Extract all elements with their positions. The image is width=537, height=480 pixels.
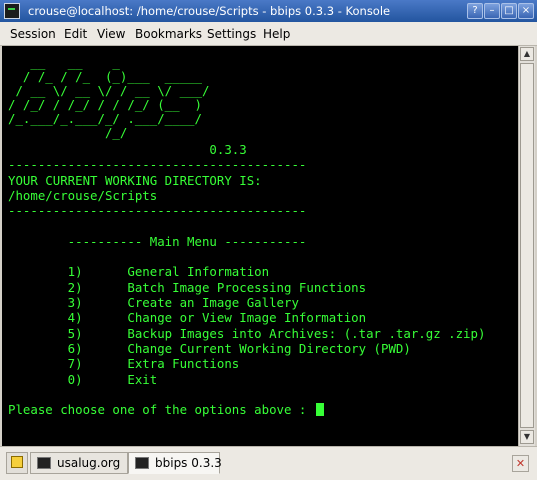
tab-usalug[interactable]: usalug.org xyxy=(30,452,128,474)
menu-settings[interactable]: Settings xyxy=(207,27,256,41)
menu-view[interactable]: View xyxy=(97,27,125,41)
minimize-button[interactable]: – xyxy=(484,3,500,19)
menu-option-4: 4) Change or View Image Information xyxy=(8,310,367,325)
terminal-icon xyxy=(37,457,51,469)
scrollbar-thumb[interactable] xyxy=(520,63,534,428)
prompt-line[interactable]: Please choose one of the options above : xyxy=(8,403,324,417)
menu-option-3: 3) Create an Image Gallery xyxy=(8,295,299,310)
separator-line: ---------------------------------------- xyxy=(8,157,307,172)
ascii-logo-line: / __ \/ __ \/ / __ \/ ___/ xyxy=(8,83,210,98)
current-directory: /home/crouse/Scripts xyxy=(8,188,158,203)
terminal-output[interactable]: __ __ _ / /_ / /_ (_)___ _____ / __ \/ _… xyxy=(2,46,518,446)
tab-bbips[interactable]: bbips 0.3.3 xyxy=(128,452,222,474)
close-tab-icon[interactable]: ✕ xyxy=(512,455,529,472)
new-session-button[interactable] xyxy=(6,452,28,474)
tab-label: usalug.org xyxy=(57,456,121,470)
menu-option-5: 5) Backup Images into Archives: (.tar .t… xyxy=(8,326,486,341)
ascii-logo-line: /_/ xyxy=(8,125,128,140)
scroll-down-icon[interactable]: ▼ xyxy=(520,430,534,444)
main-menu-heading: ---------- Main Menu ----------- xyxy=(8,234,307,249)
session-tab-bar: usalug.org bbips 0.3.3 ✕ xyxy=(0,446,537,480)
ascii-logo-line: / /_ / /_ (_)___ _____ xyxy=(8,69,202,84)
new-session-icon xyxy=(11,456,23,468)
ascii-logo-line: __ __ _ xyxy=(8,55,120,70)
window-title: crouse@localhost: /home/crouse/Scripts -… xyxy=(28,4,391,18)
version-line: 0.3.3 xyxy=(8,142,247,157)
ascii-logo-line: / /_/ / /_/ / / /_/ (__ ) xyxy=(8,97,202,112)
window-titlebar[interactable]: crouse@localhost: /home/crouse/Scripts -… xyxy=(0,0,537,22)
terminal-icon xyxy=(135,457,149,469)
help-button[interactable]: ? xyxy=(467,3,483,19)
menu-session[interactable]: Session xyxy=(10,27,56,41)
prompt-text: Please choose one of the options above : xyxy=(8,402,314,417)
tab-label: bbips 0.3.3 xyxy=(155,456,222,470)
menu-option-6: 6) Change Current Working Directory (PWD… xyxy=(8,341,411,356)
close-button[interactable]: × xyxy=(518,3,534,19)
menu-option-2: 2) Batch Image Processing Functions xyxy=(8,280,367,295)
maximize-button[interactable]: □ xyxy=(501,3,517,19)
konsole-app-icon[interactable] xyxy=(4,3,20,19)
ascii-logo-line: /_.___/_.___/_/ .___/____/ xyxy=(8,111,202,126)
menu-bookmarks[interactable]: Bookmarks xyxy=(135,27,202,41)
menu-option-1: 1) General Information xyxy=(8,264,270,279)
vertical-scrollbar[interactable]: ▲ ▼ xyxy=(518,46,535,446)
menu-edit[interactable]: Edit xyxy=(64,27,87,41)
menu-option-7: 7) Extra Functions xyxy=(8,356,240,371)
scroll-up-icon[interactable]: ▲ xyxy=(520,47,534,61)
menu-option-0: 0) Exit xyxy=(8,372,158,387)
directory-heading: YOUR CURRENT WORKING DIRECTORY IS: xyxy=(8,173,262,188)
separator-line: ---------------------------------------- xyxy=(8,203,307,218)
menu-help[interactable]: Help xyxy=(263,27,290,41)
menu-bar: Session Edit View Bookmarks Settings Hel… xyxy=(0,22,537,46)
text-cursor xyxy=(315,403,324,416)
